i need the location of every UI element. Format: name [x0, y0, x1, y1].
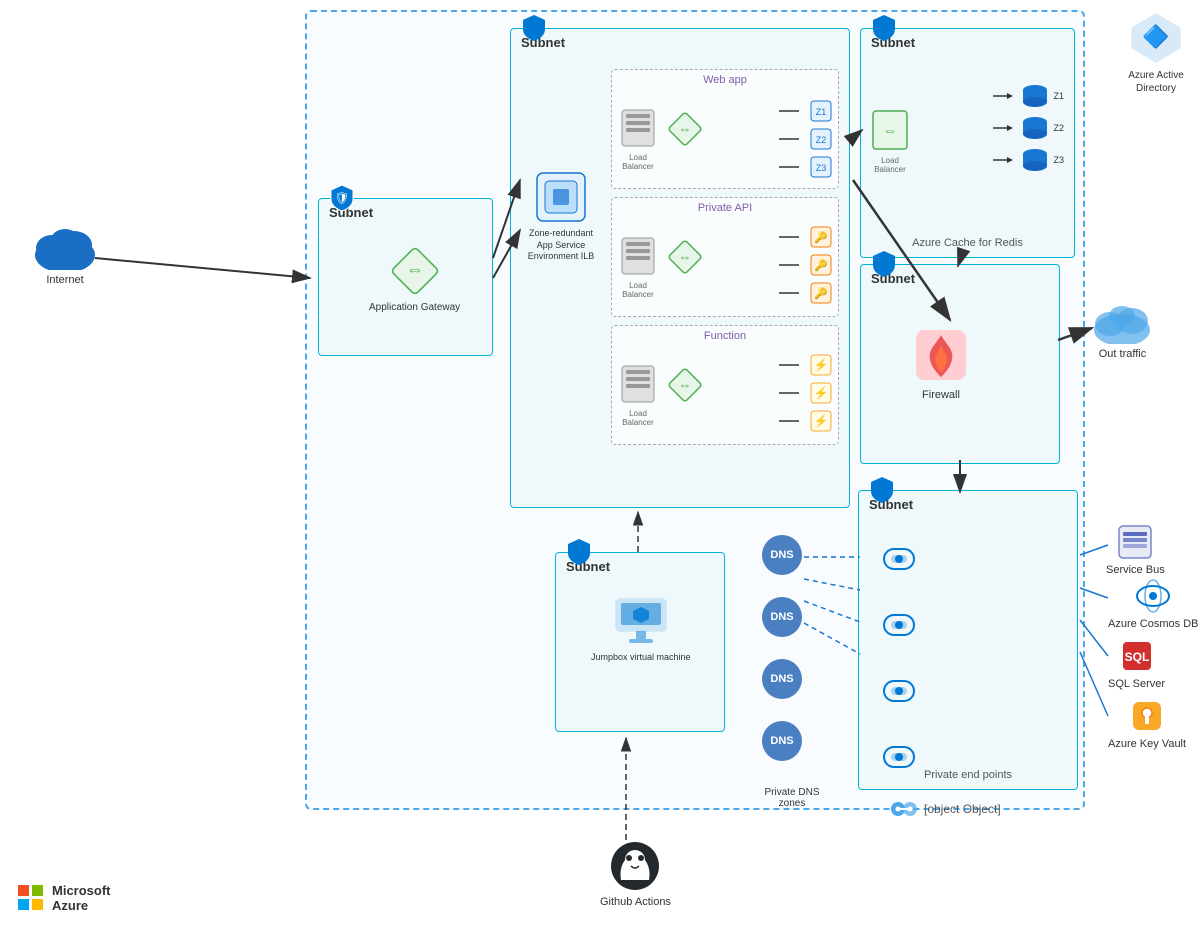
- subnet-jumpbox-box: Subnet Jumpbox virtual machine: [555, 552, 725, 732]
- lb-diamond-webapp: ⇔: [666, 110, 704, 153]
- dns-zone-group: Private DNS zonesDNS DNS DNS DNS Private…: [762, 535, 822, 809]
- webapp-zones: Z1 Z2 Z3: [779, 100, 832, 178]
- firewall-icon: Firewall: [911, 325, 971, 402]
- shield-cache: [871, 13, 897, 48]
- key-vault-node: Azure Key Vault: [1108, 698, 1186, 751]
- azure-ad-node: 🔷 Azure Active Directory: [1110, 10, 1202, 95]
- ms-squares-icon: [18, 885, 44, 911]
- dns-1: Private DNS zonesDNS: [762, 535, 802, 575]
- svg-text:⇔: ⇔: [406, 259, 424, 279]
- webapp-box: Web app LoadBalancer ⇔: [611, 69, 839, 189]
- jumpbox-icon: Jumpbox virtual machine: [591, 597, 691, 664]
- svg-text:⚡: ⚡: [814, 414, 829, 428]
- ms-sq-yellow: [32, 899, 43, 910]
- ms-sq-red: [18, 885, 29, 896]
- svg-text:⇔: ⇔: [679, 121, 692, 136]
- svg-text:🔑: 🔑: [814, 230, 828, 244]
- svg-text:🔷: 🔷: [1142, 24, 1169, 49]
- dns-4: DNS: [762, 721, 802, 761]
- lb-diamond-function: ⇔: [666, 366, 704, 409]
- subnet-firewall-box: Subnet Firewall: [860, 264, 1060, 464]
- dns-2: DNS: [762, 597, 802, 637]
- lb-diamond-api: ⇔: [666, 238, 704, 281]
- github-actions-node: Github Actions: [600, 840, 671, 909]
- ms-sq-blue: [18, 899, 29, 910]
- service-bus-node: Service Bus: [1106, 524, 1165, 577]
- internet-node: Internet: [30, 220, 100, 287]
- svg-text:🛡: 🛡: [334, 191, 349, 205]
- svg-text:⇔: ⇔: [883, 122, 897, 138]
- cosmos-db-node: Azure Cosmos DB: [1108, 578, 1198, 631]
- ms-azure-text: Microsoft Azure: [52, 883, 111, 914]
- shield-pe: [869, 475, 895, 510]
- pe-label: Private end points: [859, 769, 1077, 781]
- lb-cache: ⇔ LoadBalancer: [871, 109, 909, 174]
- subnet-ase-box: Subnet Zone-redundant App Service Enviro…: [510, 28, 850, 508]
- svg-text:Z2: Z2: [816, 135, 827, 145]
- lb-api: LoadBalancer: [620, 236, 656, 299]
- dns-label: Private DNSzones: [762, 787, 822, 809]
- shield-ase: [521, 13, 547, 48]
- dns-3: DNS: [762, 659, 802, 699]
- svg-text:Z3: Z3: [816, 163, 827, 173]
- sql-server-node: SQL SQL Server: [1108, 638, 1165, 691]
- shield-firewall: [871, 249, 897, 284]
- shield-appgw: 🛡: [329, 183, 355, 218]
- api-zones: 🔑 🔑 🔑: [779, 226, 832, 304]
- redis-zones: Z1 Z2 Z3: [993, 84, 1064, 172]
- subnet-cache-box: Subnet ⇔ LoadBalancer Z1 Z2: [860, 28, 1075, 258]
- svg-text:⚡: ⚡: [814, 386, 829, 400]
- function-zones: ⚡ ⚡ ⚡: [779, 354, 832, 432]
- svg-text:🔑: 🔑: [814, 286, 828, 300]
- cache-label: Azure Cache for Redis: [861, 237, 1074, 249]
- subnet-pe-box: Subnet: [858, 490, 1078, 790]
- svg-text:⚡: ⚡: [814, 358, 829, 372]
- svg-text:SQL: SQL: [1124, 650, 1149, 664]
- out-traffic-node: Out traffic: [1090, 298, 1155, 361]
- svg-text:⇔: ⇔: [679, 249, 692, 264]
- ms-azure-logo: Microsoft Azure: [18, 883, 111, 914]
- appgw-icon: ⇔ Application Gateway: [369, 244, 460, 314]
- shield-jumpbox: [566, 537, 592, 572]
- svg-text:⇔: ⇔: [679, 377, 692, 392]
- lb-webapp: LoadBalancer: [620, 108, 656, 171]
- vnet-label: [object Object]: [890, 800, 1001, 818]
- svg-text:Z1: Z1: [816, 107, 827, 117]
- lb-function: LoadBalancer: [620, 364, 656, 427]
- ase-icon: Zone-redundant App Service Environment I…: [521, 169, 601, 263]
- subnet-appgw-box: Subnet 🛡 ⇔ Application Gateway: [318, 198, 493, 356]
- pe-icons: [879, 541, 919, 775]
- ms-sq-green: [32, 885, 43, 896]
- private-api-box: Private API LoadBalancer ⇔: [611, 197, 839, 317]
- svg-text:🔑: 🔑: [814, 258, 828, 272]
- function-box: Function LoadBalancer ⇔: [611, 325, 839, 445]
